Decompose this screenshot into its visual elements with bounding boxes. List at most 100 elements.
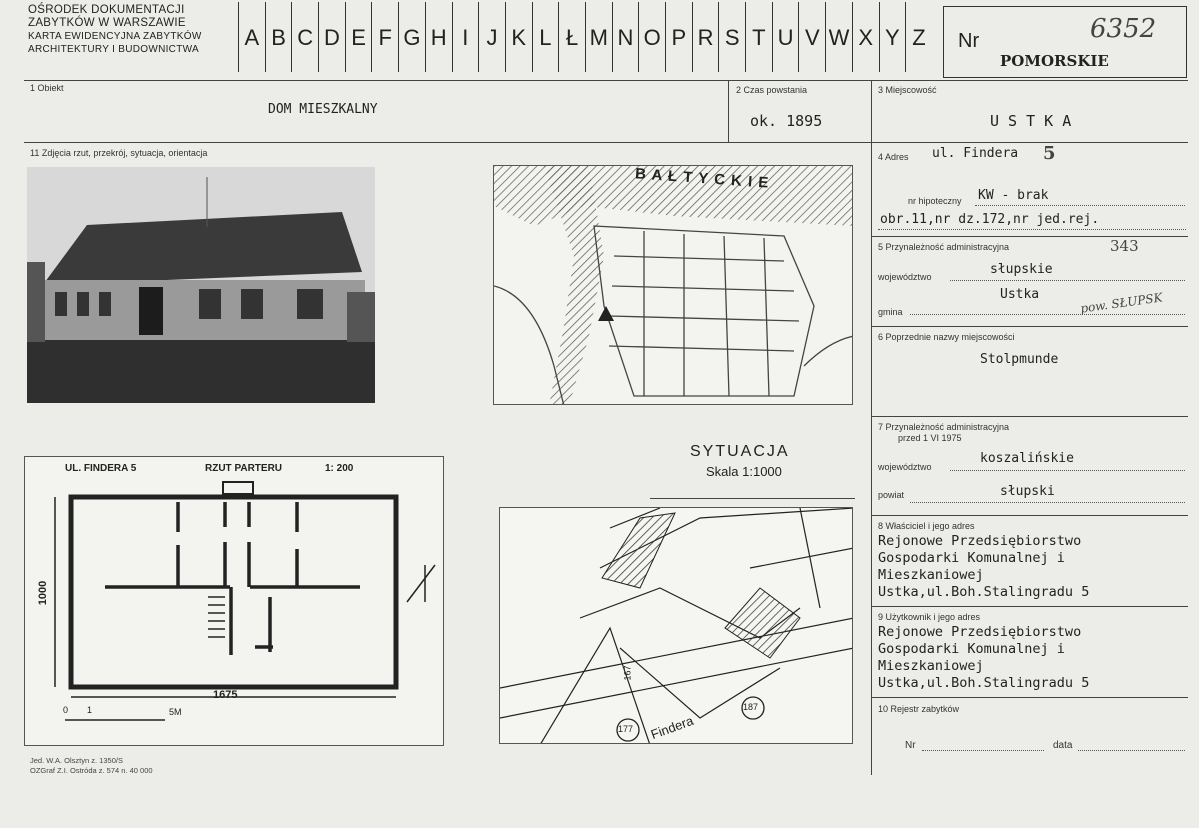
dotted-line xyxy=(878,229,1186,230)
index-letter: Y xyxy=(878,2,906,72)
plan-address: UL. FINDERA 5 xyxy=(65,463,137,474)
wlasciciel-line: Mieszkaniowej xyxy=(878,567,984,583)
field-label: nr hipoteczny xyxy=(908,196,962,206)
dotted-line xyxy=(922,750,1044,751)
wlasciciel-block: Rejonowe Przedsiębiorstwo Gospodarki Kom… xyxy=(878,533,1089,601)
field-label: 4 Adres xyxy=(878,152,909,162)
institution-line: ARCHITEKTURY I BUDOWNICTWA xyxy=(28,44,199,55)
rejestr-nr-label: Nr xyxy=(905,740,916,751)
scalebar-end: 5M xyxy=(169,707,182,717)
index-letter: T xyxy=(745,2,772,72)
jed-rej-handwritten: 343 xyxy=(1110,237,1139,255)
building-photo xyxy=(27,167,375,403)
divider xyxy=(24,142,1188,143)
field-label: 10 Rejestr zabytków xyxy=(878,704,960,714)
index-letter: J xyxy=(478,2,505,72)
field-label: 2 Czas powstania xyxy=(736,85,808,95)
gmina-handwritten: pow. SŁUPSK xyxy=(1079,290,1164,316)
institution-block: OŚRODEK DOKUMENTACJI ZABYTKÓW W WARSZAWI… xyxy=(28,4,238,56)
wlasciciel-line: Rejonowe Przedsiębiorstwo xyxy=(878,533,1082,549)
field-label: powiat xyxy=(878,490,905,500)
divider xyxy=(871,416,1188,417)
field-label: 6 Poprzednie nazwy miejscowości xyxy=(878,332,1015,342)
divider xyxy=(728,80,729,142)
dotted-line xyxy=(950,470,1185,471)
wlasciciel-line: Ustka,ul.Boh.Stalingradu 5 xyxy=(878,584,1090,600)
divider xyxy=(871,606,1188,607)
index-letter: F xyxy=(371,2,398,72)
institution-line: ZABYTKÓW W WARSZAWIE xyxy=(28,17,186,29)
index-letter: Ł xyxy=(558,2,585,72)
uzytkownik-line: Ustka,ul.Boh.Stalingradu 5 xyxy=(878,675,1090,691)
index-letter: W xyxy=(825,2,852,72)
divider xyxy=(871,515,1188,516)
index-letter: E xyxy=(344,2,372,72)
rejestr-data-label: data xyxy=(1053,740,1073,751)
alphabet-index: A B C D E F G H I J K L Ł M N O P R S T … xyxy=(238,2,932,72)
index-letter: R xyxy=(691,2,719,72)
divider xyxy=(871,326,1188,327)
index-letter: X xyxy=(851,2,879,72)
dotted-line xyxy=(950,280,1185,281)
index-letter: B xyxy=(264,2,292,72)
poprzednie-value: Stolpmunde xyxy=(980,352,1059,367)
index-letter: C xyxy=(291,2,318,72)
field-label: województwo xyxy=(878,462,932,472)
dotted-line xyxy=(975,205,1185,206)
index-letter: V xyxy=(798,2,825,72)
index-letter: N xyxy=(611,2,639,72)
scalebar-mark: 1 xyxy=(87,705,93,715)
field-label: 1 Obiekt xyxy=(30,83,64,93)
index-letter: Z xyxy=(905,2,932,72)
field-label: 8 Właściciel i jego adres xyxy=(878,521,975,531)
woj1975-value: koszalińskie xyxy=(980,451,1074,466)
divider xyxy=(650,498,855,499)
divider xyxy=(871,80,872,775)
index-letter: G xyxy=(398,2,425,72)
print-info: OZGraf Z.I. Ostróda z. 574 n. 40 000 xyxy=(30,766,153,775)
print-info: Jed. W.A. Olsztyn z. 1350/S xyxy=(30,756,123,765)
adres-value: ul. Findera xyxy=(932,146,1019,161)
wlasciciel-line: Gospodarki Komunalnej i xyxy=(878,550,1065,566)
miejscowosc-value: U S T K A xyxy=(990,112,1072,130)
field-label: województwo xyxy=(878,272,932,282)
depth-dimension: 1000 xyxy=(37,580,50,606)
dotted-line xyxy=(1078,750,1185,751)
plan-scale: 1: 200 xyxy=(325,463,354,474)
plot-number: 177 xyxy=(618,724,634,734)
nr-value: 6352 xyxy=(1090,14,1157,44)
index-letter: D xyxy=(318,2,345,72)
uzytkownik-line: Rejonowe Przedsiębiorstwo xyxy=(878,624,1082,640)
dotted-line xyxy=(910,314,1185,315)
uzytkownik-line: Gospodarki Komunalnej i xyxy=(878,641,1065,657)
index-letter: P xyxy=(665,2,692,72)
index-letter: L xyxy=(531,2,559,72)
field-label: 9 Użytkownik i jego adres xyxy=(878,612,981,622)
woj-value: słupskie xyxy=(990,262,1053,277)
nr-label: Nr xyxy=(958,30,980,52)
width-dimension: 1675 xyxy=(213,689,238,701)
field-label: 5 Przynależność administracyjna xyxy=(878,242,1010,252)
plot-number: 167 xyxy=(622,665,633,681)
obiekt-value: DOM MIESZKALNY xyxy=(268,102,378,117)
uzytkownik-block: Rejonowe Przedsiębiorstwo Gospodarki Kom… xyxy=(878,624,1089,692)
powiat-value: słupski xyxy=(1000,484,1055,499)
floor-plan: UL. FINDERA 5 RZUT PARTERU 1: 200 1675 1… xyxy=(24,456,444,746)
institution-line: KARTA EWIDENCYJNA ZABYTKÓW xyxy=(28,31,202,42)
region-label: POMORSKIE xyxy=(1000,52,1109,70)
divider xyxy=(871,697,1188,698)
plot-number: 187 xyxy=(743,702,759,712)
gmina-value: Ustka xyxy=(1000,287,1040,302)
uzytkownik-line: Mieszkaniowej xyxy=(878,658,984,674)
field-label: 3 Miejscowość xyxy=(878,85,937,95)
adres-number: 5 xyxy=(1043,143,1056,164)
cadastre-map: Findera 177 187 167 xyxy=(499,507,853,744)
index-letter: S xyxy=(718,2,745,72)
index-letter: A xyxy=(238,2,265,72)
situation-scale: Skala 1:1000 xyxy=(706,464,782,479)
town-map xyxy=(493,165,853,405)
divider xyxy=(24,80,1188,81)
index-letter: H xyxy=(424,2,452,72)
field-label: 11 Zdjęcia rzut, przekrój, sytuacja, ori… xyxy=(30,148,208,158)
plan-title: RZUT PARTERU xyxy=(205,463,283,474)
